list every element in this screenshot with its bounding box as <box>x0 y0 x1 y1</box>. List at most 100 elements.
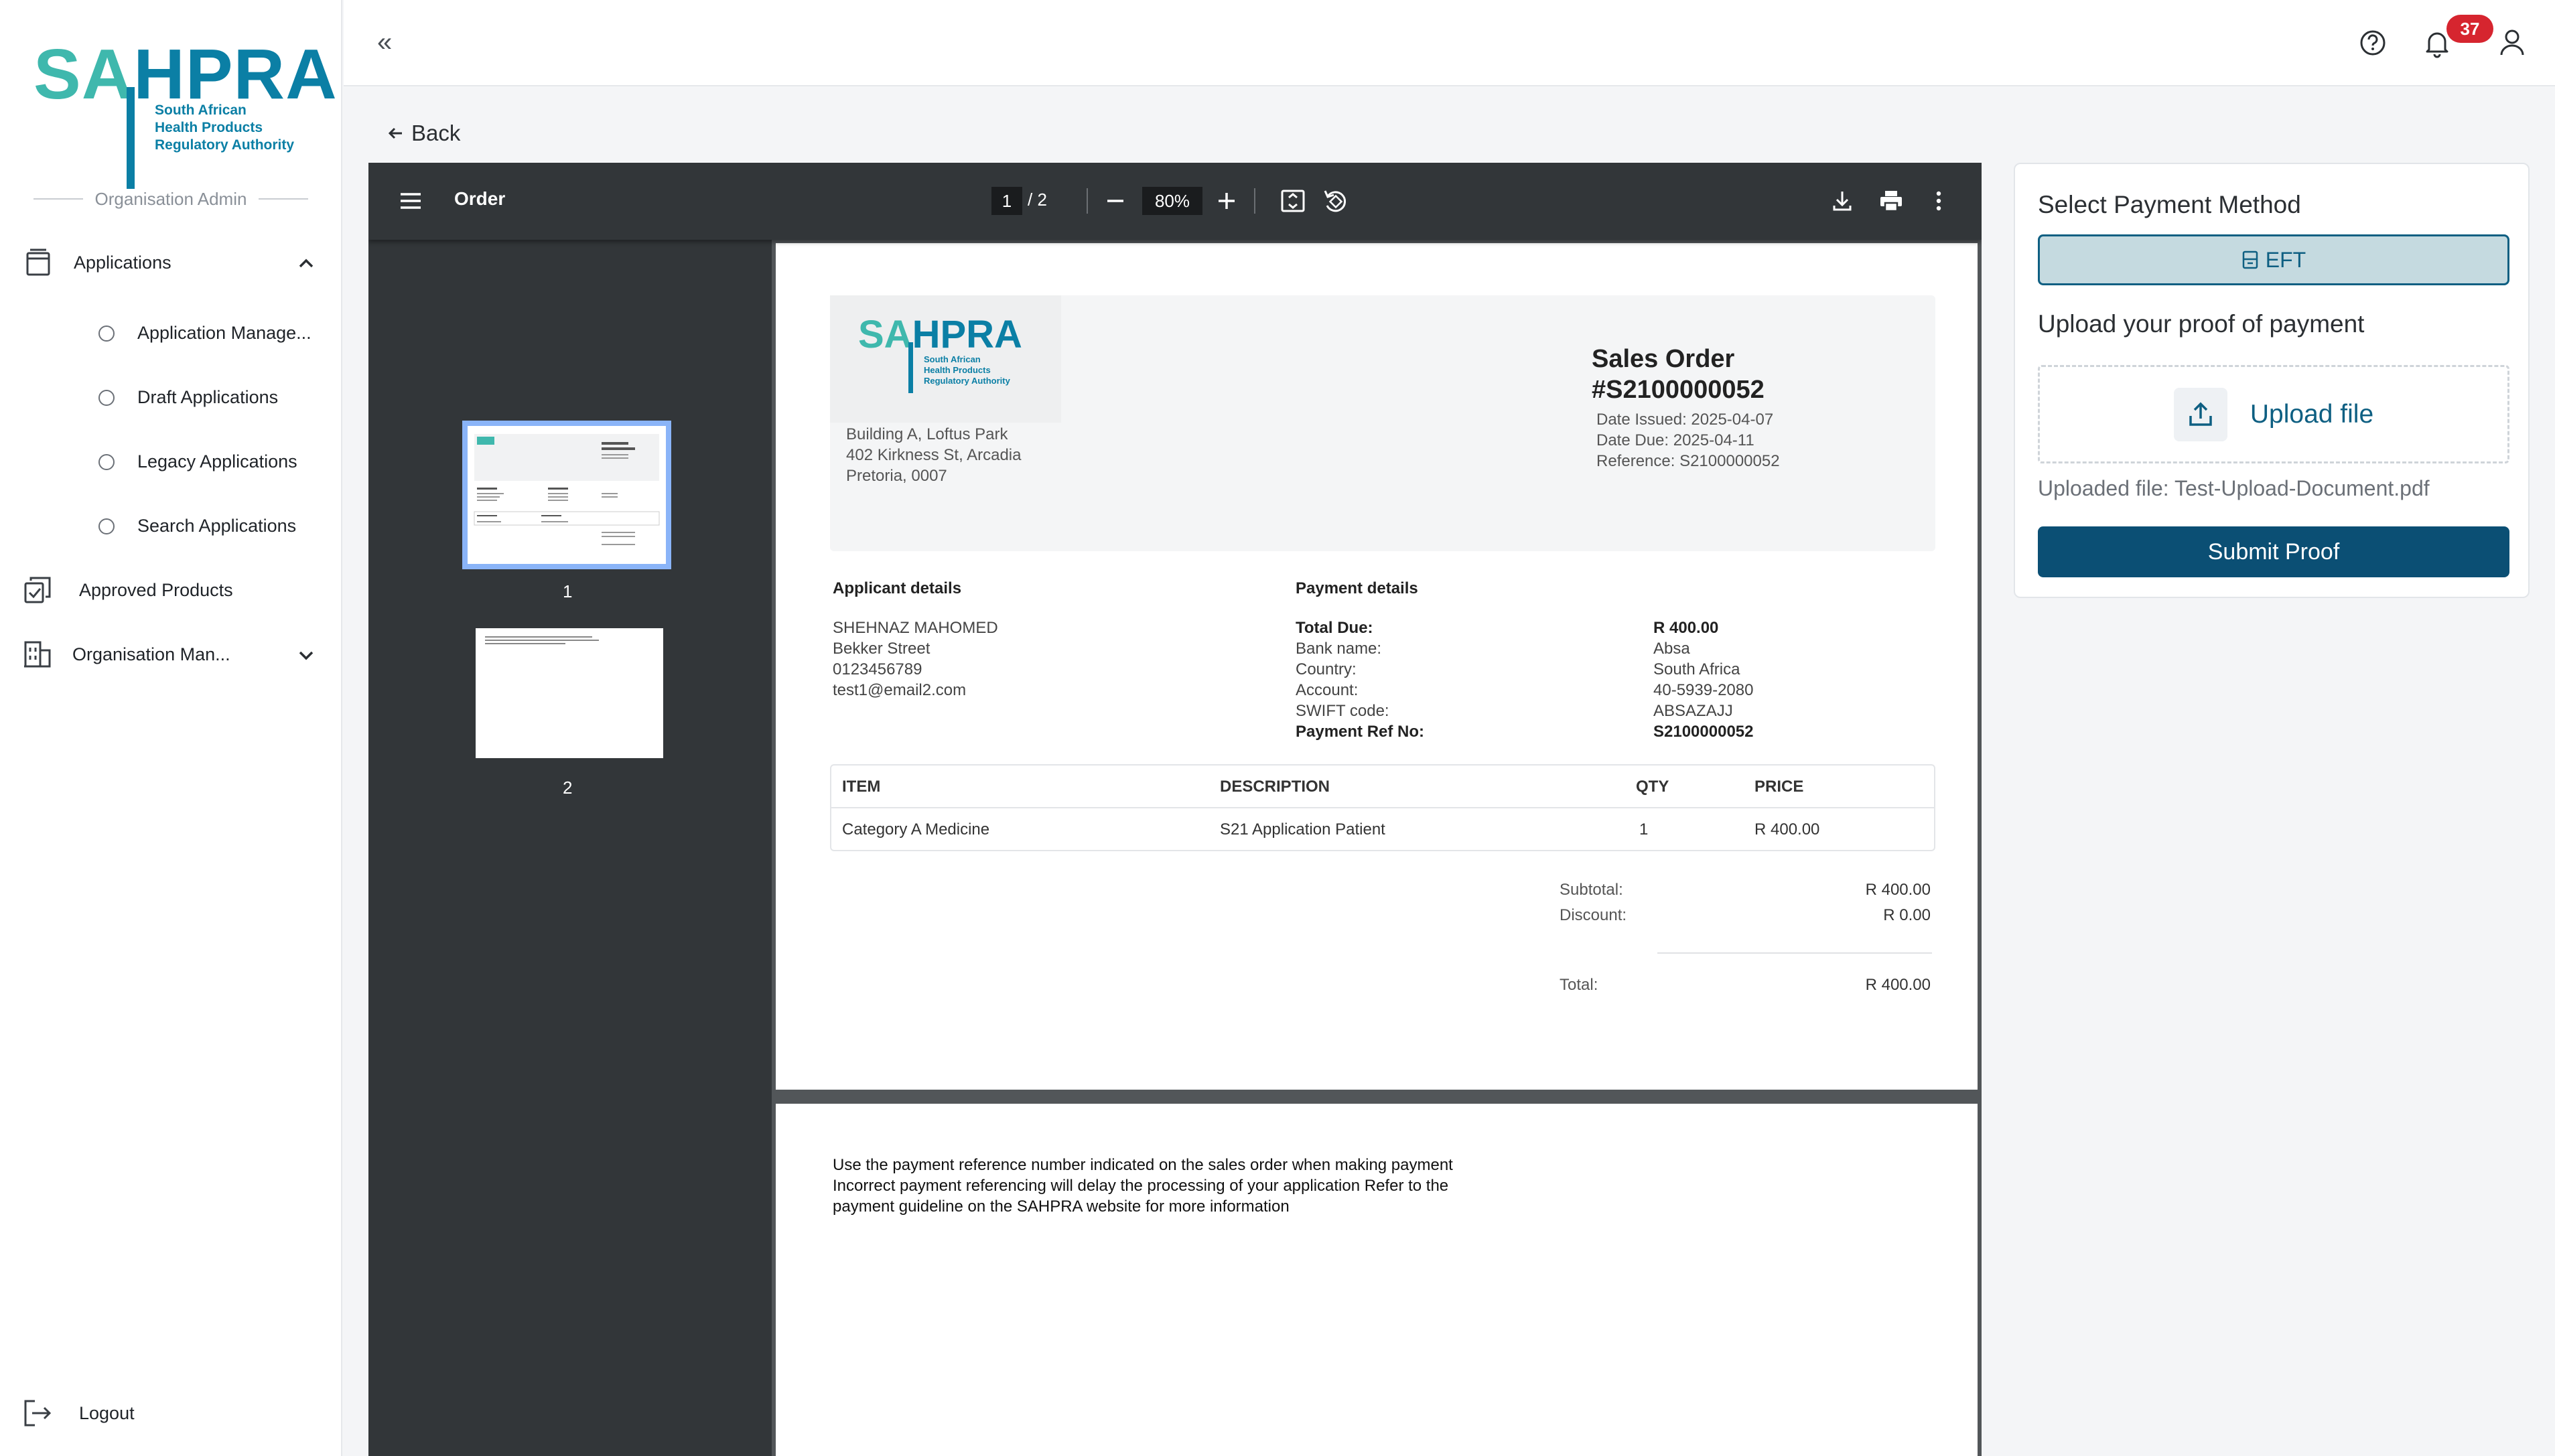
nav-approved-products-label: Approved Products <box>79 579 233 600</box>
invoice-logo-wordmark: SAHPRA <box>858 313 1022 356</box>
table-header-price: PRICE <box>1754 778 1804 796</box>
payment-labels: Total Due: Bank name: Country: Account: … <box>1296 619 1425 741</box>
applicant-details: SHEHNAZ MAHOMED Bekker Street 0123456789… <box>833 619 998 699</box>
logo-bar <box>127 87 135 189</box>
thumbnail-label-1: 1 <box>563 581 573 601</box>
menu-icon[interactable] <box>395 186 426 216</box>
submit-proof-button[interactable]: Submit Proof <box>2038 526 2509 577</box>
discount-value: R 0.00 <box>1883 906 1931 924</box>
arrow-left-icon <box>388 127 402 139</box>
payment-reference-notice: Use the payment reference number indicat… <box>833 1156 1453 1216</box>
nav-organisation-management[interactable]: Organisation Man... <box>23 640 316 669</box>
chevron-up-icon[interactable] <box>296 253 316 273</box>
invoice-logo-bar <box>908 342 913 393</box>
sidebar-item-application-management[interactable]: Application Manage... <box>98 323 312 344</box>
help-icon[interactable] <box>2355 25 2390 60</box>
table-cell-qty: 1 <box>1639 820 1649 839</box>
logout-button[interactable]: Logout <box>23 1398 135 1428</box>
sidebar-item-legacy-applications[interactable]: Legacy Applications <box>98 451 297 472</box>
page-thumbnail-2[interactable] <box>476 628 663 758</box>
company-address: Building A, Loftus Park 402 Kirkness St,… <box>846 425 1022 485</box>
bank-icon <box>2242 250 2258 269</box>
approved-products-icon <box>24 577 51 603</box>
user-icon[interactable] <box>2495 25 2530 60</box>
logo-wordmark: SAHPRA <box>33 35 338 114</box>
radio-icon <box>98 518 115 534</box>
thumbnail-preview <box>474 434 660 545</box>
nav-approved-products[interactable]: Approved Products <box>23 575 233 605</box>
nav-organisation-label: Organisation Man... <box>72 644 230 664</box>
page-number-input[interactable]: 1 <box>991 187 1022 215</box>
upload-icon <box>2189 402 2212 426</box>
table-header-qty: QTY <box>1636 778 1669 796</box>
sahpra-logo[interactable]: SAHPRA South African Health Products Reg… <box>33 39 337 189</box>
sub-item-label: Application Manage... <box>137 323 312 343</box>
thumbnail-preview <box>485 636 599 644</box>
role-label-row: Organisation Admin <box>33 189 308 209</box>
fit-page-icon[interactable] <box>1278 186 1308 216</box>
organisation-icon <box>24 641 51 668</box>
total-label: Total: <box>1560 976 1598 994</box>
toolbar-divider <box>1254 188 1255 214</box>
logout-icon <box>24 1400 52 1427</box>
topbar: « <box>344 0 2555 86</box>
total-value: R 400.00 <box>1865 976 1931 994</box>
document-title: Order <box>454 188 506 209</box>
sidebar-item-draft-applications[interactable]: Draft Applications <box>98 387 278 408</box>
order-meta: Date Issued: 2025-04-07 Date Due: 2025-0… <box>1596 411 1780 470</box>
divider <box>259 198 308 200</box>
subtotal-label: Subtotal: <box>1560 881 1623 899</box>
pdf-viewer: Order 1 / 2 80% 1 2 SAHPRA South African… <box>368 163 1982 1456</box>
totals-divider <box>1657 952 1932 954</box>
more-options-icon[interactable] <box>1923 186 1954 216</box>
upload-file-label[interactable]: Upload file <box>2250 400 2373 429</box>
sales-order-title: Sales Order #S2100000052 <box>1592 345 1765 404</box>
nav-applications[interactable]: Applications <box>24 248 316 277</box>
logout-label: Logout <box>79 1402 135 1423</box>
print-icon[interactable] <box>1876 186 1907 216</box>
invoice-header: SAHPRA South African Health Products Reg… <box>830 295 1935 551</box>
table-header-item: ITEM <box>842 778 881 796</box>
back-label: Back <box>411 121 461 145</box>
collapse-sidebar-button[interactable]: « <box>377 27 415 58</box>
sub-item-label: Legacy Applications <box>137 451 297 471</box>
payment-details-heading: Payment details <box>1296 579 1418 597</box>
sidebar-item-search-applications[interactable]: Search Applications <box>98 516 296 536</box>
zoom-out-icon[interactable] <box>1100 186 1131 216</box>
payment-values: R 400.00 Absa South Africa 40-5939-2080 … <box>1653 619 1754 741</box>
rotate-icon[interactable] <box>1320 186 1351 216</box>
upload-dropzone[interactable]: Upload file <box>2038 365 2509 463</box>
subtotal-value: R 400.00 <box>1865 881 1931 899</box>
thumbnail-panel: 1 2 <box>368 240 772 1456</box>
items-table: ITEM DESCRIPTION QTY PRICE Category A Me… <box>830 764 1935 851</box>
invoice-logo: SAHPRA South African Health Products Reg… <box>830 295 1061 423</box>
table-cell-description: S21 Application Patient <box>1220 820 1385 839</box>
eft-method-button[interactable]: EFT <box>2038 234 2509 285</box>
uploaded-file-name: Uploaded file: Test-Upload-Document.pdf <box>2038 476 2430 500</box>
chevron-down-icon[interactable] <box>296 645 316 665</box>
page-thumbnail-1[interactable] <box>462 421 671 569</box>
sub-item-label: Draft Applications <box>137 387 279 407</box>
zoom-level-input[interactable]: 80% <box>1142 187 1202 215</box>
table-header-description: DESCRIPTION <box>1220 778 1330 796</box>
sidebar: SAHPRA South African Health Products Reg… <box>0 0 342 1456</box>
divider <box>33 198 83 200</box>
download-icon[interactable] <box>1827 186 1858 216</box>
nav-applications-label: Applications <box>74 252 171 273</box>
table-divider <box>831 807 1934 808</box>
radio-icon <box>98 325 115 342</box>
pdf-page-2: Use the payment reference number indicat… <box>776 1104 1978 1456</box>
invoice-logo-subtitle: South African Health Products Regulatory… <box>924 354 1010 386</box>
notification-badge[interactable]: 37 <box>2446 15 2493 43</box>
pdf-pages-area[interactable]: SAHPRA South African Health Products Reg… <box>772 240 1982 1456</box>
zoom-in-icon[interactable] <box>1211 186 1242 216</box>
radio-icon <box>98 389 115 406</box>
upload-icon-button[interactable] <box>2173 387 2227 441</box>
payment-method-heading: Select Payment Method <box>2038 191 2301 218</box>
back-link[interactable]: Back <box>387 121 460 146</box>
applicant-details-heading: Applicant details <box>833 579 962 597</box>
table-cell-item: Category A Medicine <box>842 820 990 839</box>
role-label: Organisation Admin <box>94 188 247 209</box>
page-total: / 2 <box>1028 190 1047 210</box>
eft-label: EFT <box>2265 247 2306 272</box>
